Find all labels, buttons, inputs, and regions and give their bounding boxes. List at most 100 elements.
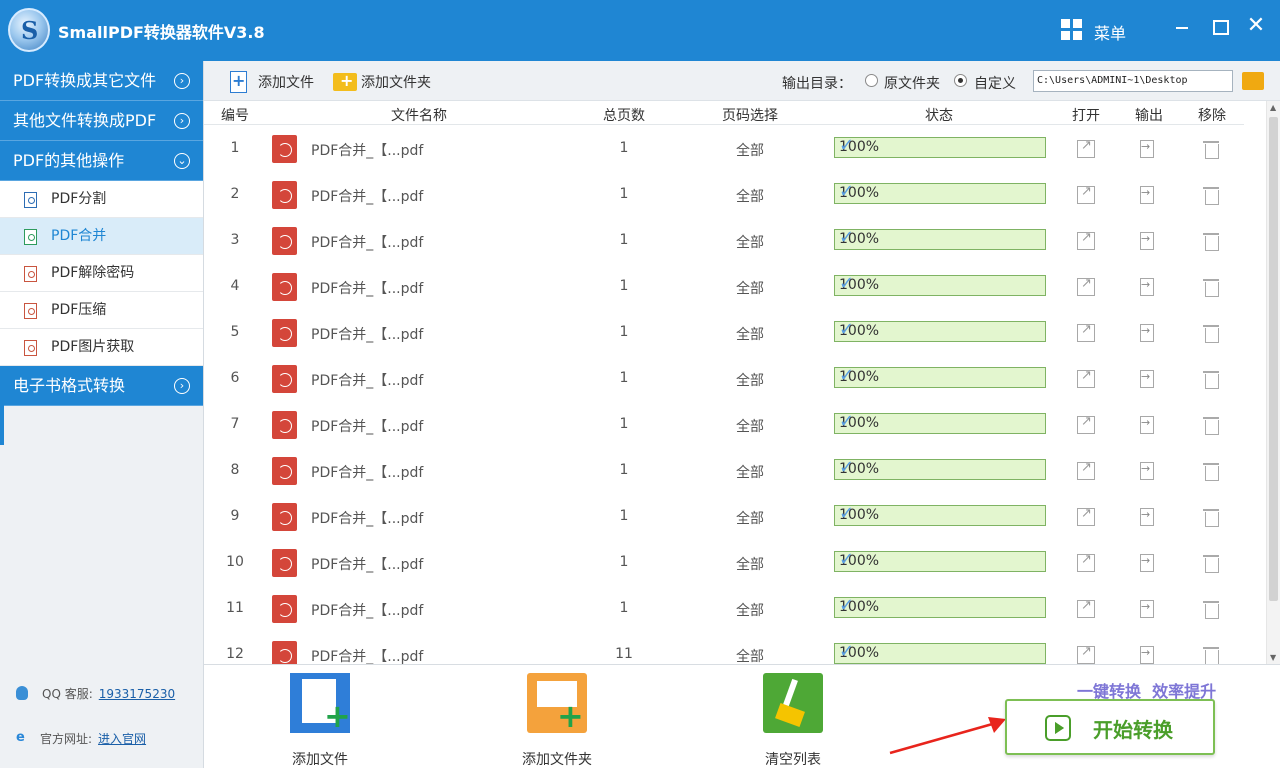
table-row[interactable]: 5 PDF合并_【...pdf 1 全部 100% ✓ [204,310,1244,356]
scroll-down-icon[interactable]: ▼ [1270,653,1276,662]
export-icon[interactable] [1140,140,1154,158]
scroll-thumb[interactable] [1269,117,1278,601]
export-icon[interactable] [1140,278,1154,296]
page-range-select[interactable]: 全部 [724,232,776,252]
page-range-select[interactable]: 全部 [724,600,776,620]
delete-icon[interactable] [1203,140,1219,159]
add-folder-icon [333,73,357,91]
radio-original-folder-label: 原文件夹 [884,76,940,92]
export-icon[interactable] [1140,646,1154,664]
delete-icon[interactable] [1203,554,1219,573]
table-row[interactable]: 7 PDF合并_【...pdf 1 全部 100% ✓ [204,402,1244,448]
table-row[interactable]: 4 PDF合并_【...pdf 1 全部 100% ✓ [204,264,1244,310]
open-file-icon[interactable] [1077,368,1095,388]
sidebar-category-other-to-pdf[interactable]: 其他文件转换成PDF › [0,101,203,141]
open-file-icon[interactable] [1077,322,1095,342]
official-site-link[interactable]: 进入官网 [98,732,146,746]
delete-icon[interactable] [1203,416,1219,435]
add-file-label: 添加文件 [258,75,314,91]
add-folder-icon [527,673,587,733]
export-icon[interactable] [1140,416,1154,434]
open-file-icon[interactable] [1077,138,1095,158]
add-file-button[interactable]: 添加文件 [230,71,314,93]
page-count: 1 [619,600,629,616]
page-range-select[interactable]: 全部 [724,278,776,298]
open-file-icon[interactable] [1077,230,1095,250]
page-range-select[interactable]: 全部 [724,462,776,482]
delete-icon[interactable] [1203,508,1219,527]
open-file-icon[interactable] [1077,276,1095,296]
open-file-icon[interactable] [1077,414,1095,434]
delete-icon[interactable] [1203,600,1219,619]
sidebar-category-pdf-to-other[interactable]: PDF转换成其它文件 › [0,61,203,101]
table-row[interactable]: 6 PDF合并_【...pdf 1 全部 100% ✓ [204,356,1244,402]
open-file-icon[interactable] [1077,506,1095,526]
table-row[interactable]: 10 PDF合并_【...pdf 1 全部 100% ✓ [204,540,1244,586]
check-icon: ✓ [839,457,855,478]
export-icon[interactable] [1140,554,1154,572]
open-file-icon[interactable] [1077,644,1095,664]
delete-icon[interactable] [1203,370,1219,389]
sidebar-item-pdf-split[interactable]: PDF分割 [0,181,203,218]
sidebar-category-ebook[interactable]: 电子书格式转换 › [0,366,203,406]
open-file-icon[interactable] [1077,184,1095,204]
sidebar-item-pdf-merge[interactable]: PDF合并 [0,218,203,255]
file-name: PDF合并_【...pdf [311,189,424,205]
start-convert-button[interactable]: 开始转换 [1005,699,1215,755]
radio-custom-folder[interactable] [954,74,967,87]
delete-icon[interactable] [1203,646,1219,664]
page-range-select[interactable]: 全部 [724,554,776,574]
sidebar-category-pdf-other-ops[interactable]: PDF的其他操作 ⌄ [0,141,203,181]
export-icon[interactable] [1140,508,1154,526]
qq-support: QQ 客服: 1933175230 [16,685,175,702]
browse-folder-icon[interactable] [1242,72,1264,90]
delete-icon[interactable] [1203,324,1219,343]
scroll-up-icon[interactable]: ▲ [1270,103,1276,112]
table-row[interactable]: 9 PDF合并_【...pdf 1 全部 100% ✓ [204,494,1244,540]
menu-button[interactable]: 菜单 [1094,20,1126,44]
minimize-button[interactable] [1170,14,1194,38]
page-range-select[interactable]: 全部 [724,370,776,390]
page-range-select[interactable]: 全部 [724,416,776,436]
close-button[interactable]: ✕ [1244,14,1268,38]
file-name: PDF合并_【...pdf [311,465,424,481]
open-file-icon[interactable] [1077,460,1095,480]
export-icon[interactable] [1140,370,1154,388]
delete-icon[interactable] [1203,232,1219,251]
table-row[interactable]: 1 PDF合并_【...pdf 1 全部 100% ✓ [204,126,1244,172]
output-path-field[interactable]: C:\Users\ADMINI~1\Desktop [1033,70,1233,92]
delete-icon[interactable] [1203,278,1219,297]
open-file-icon[interactable] [1077,598,1095,618]
table-row[interactable]: 12 PDF合并_【...pdf 11 全部 100% ✓ [204,632,1244,664]
delete-icon[interactable] [1203,186,1219,205]
page-range-select[interactable]: 全部 [724,140,776,160]
sidebar-item-pdf-unlock[interactable]: PDF解除密码 [0,255,203,292]
add-folder-button[interactable]: 添加文件夹 [333,73,431,93]
page-range-select[interactable]: 全部 [724,508,776,528]
sidebar-item-pdf-compress[interactable]: PDF压缩 [0,292,203,329]
pdf-file-icon [24,192,37,208]
export-icon[interactable] [1140,186,1154,204]
pdf-file-icon [272,457,297,485]
qq-number-link[interactable]: 1933175230 [99,687,175,701]
open-file-icon[interactable] [1077,552,1095,572]
menu-grid-icon[interactable] [1061,19,1082,40]
pdf-file-icon [272,411,297,439]
export-icon[interactable] [1140,324,1154,342]
export-icon[interactable] [1140,232,1154,250]
page-range-select[interactable]: 全部 [724,324,776,344]
delete-icon[interactable] [1203,462,1219,481]
table-row[interactable]: 2 PDF合并_【...pdf 1 全部 100% ✓ [204,172,1244,218]
vertical-scrollbar[interactable]: ▲ ▼ [1266,101,1280,664]
page-range-select[interactable]: 全部 [724,186,776,206]
table-row[interactable]: 3 PDF合并_【...pdf 1 全部 100% ✓ [204,218,1244,264]
table-row[interactable]: 11 PDF合并_【...pdf 1 全部 100% ✓ [204,586,1244,632]
maximize-button[interactable] [1207,14,1231,38]
page-range-select[interactable]: 全部 [724,646,776,664]
export-icon[interactable] [1140,462,1154,480]
export-icon[interactable] [1140,600,1154,618]
sidebar-item-pdf-image-extract[interactable]: PDF图片获取 [0,329,203,366]
page-count: 1 [619,554,629,570]
table-row[interactable]: 8 PDF合并_【...pdf 1 全部 100% ✓ [204,448,1244,494]
radio-original-folder[interactable] [865,74,878,87]
